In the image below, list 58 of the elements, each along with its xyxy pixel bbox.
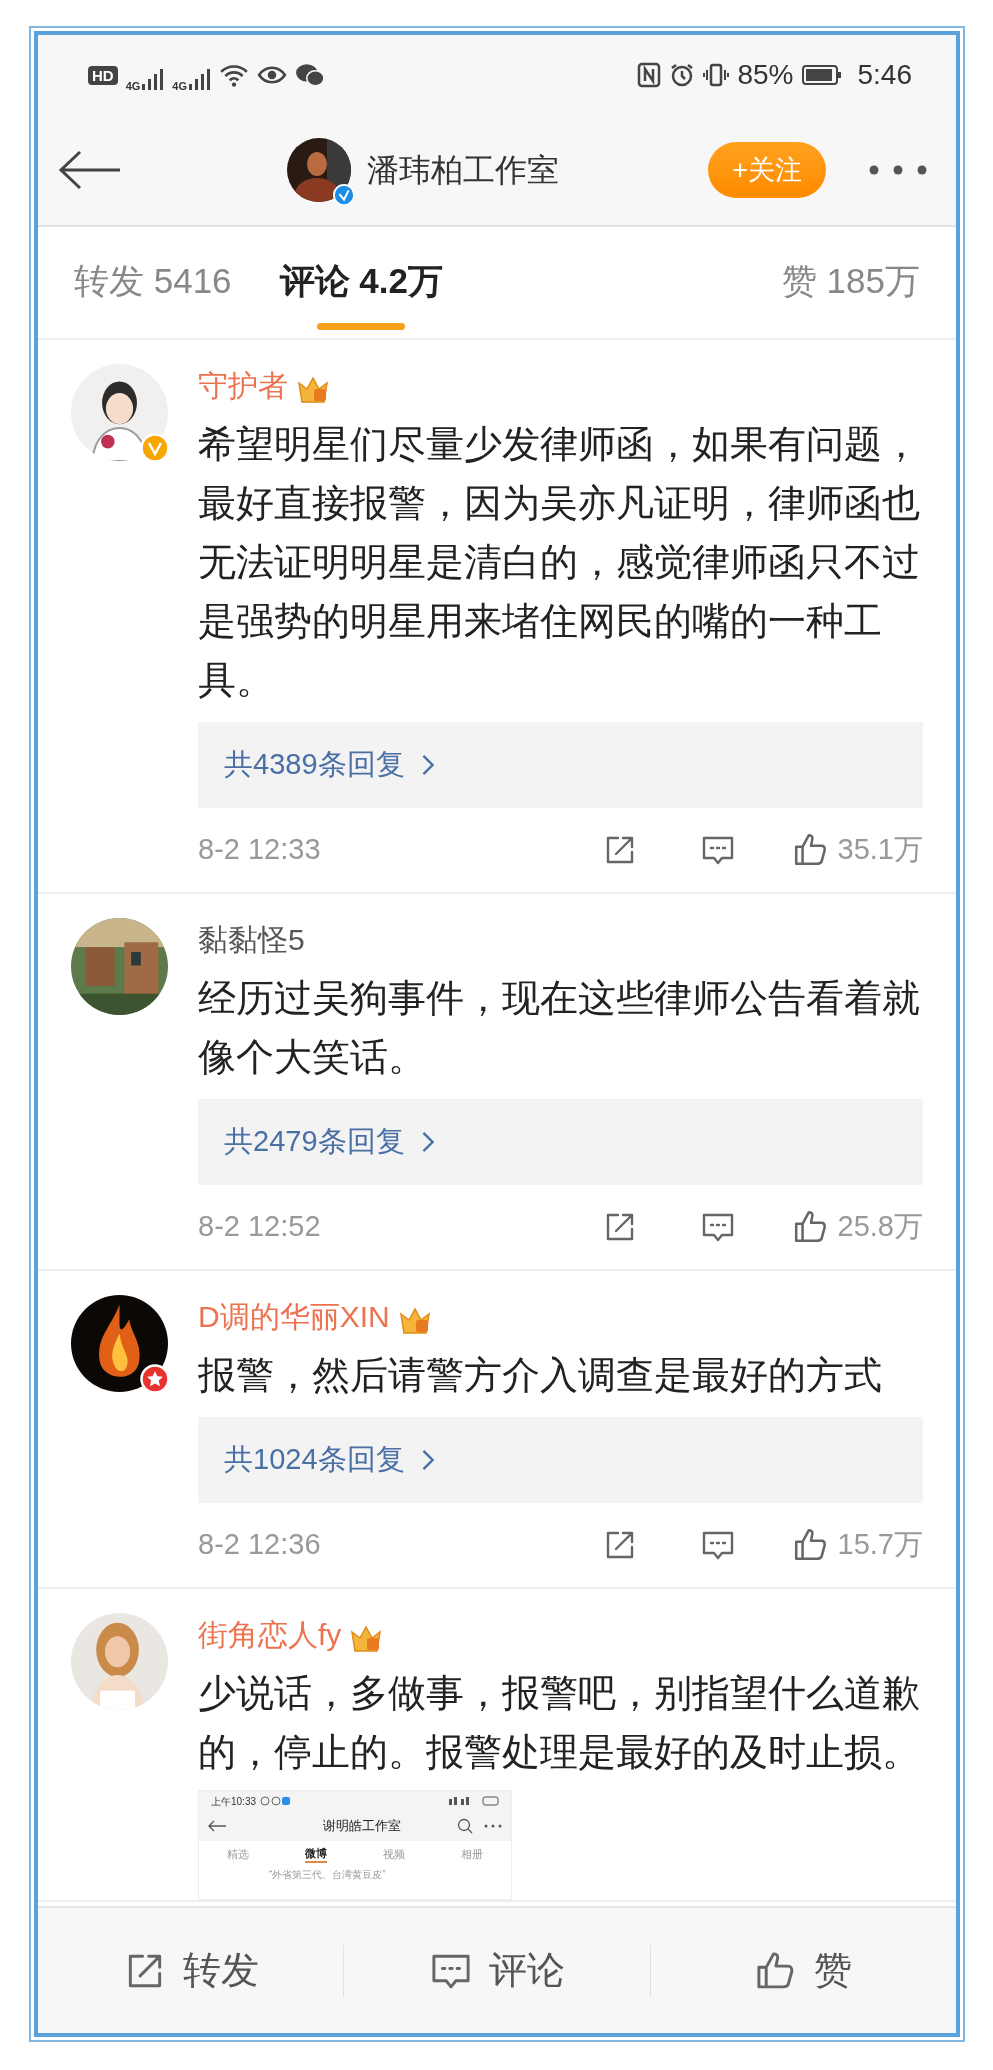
network-label: 4G	[172, 80, 188, 92]
crown-icon	[349, 1623, 384, 1654]
battery-icon	[801, 64, 842, 86]
chevron-icon	[420, 754, 435, 776]
user-name[interactable]: 黏黏怪5	[198, 918, 305, 962]
back-button[interactable]	[58, 150, 122, 190]
tab[interactable]: 赞 185万	[781, 233, 920, 332]
tab[interactable]: 转发 5416	[74, 233, 232, 332]
replies-link[interactable]: 共1024条回复	[198, 1417, 923, 1503]
comment-text: 报警，然后请警方介入调查是最好的方式	[198, 1353, 883, 1398]
comment-time: 8-2 12:33	[198, 832, 321, 868]
signal-icon	[140, 67, 165, 92]
account-name: 潘玮柏工作室	[367, 151, 559, 190]
vibrate-icon	[703, 62, 730, 88]
comment-time: 8-2 12:52	[198, 1209, 321, 1245]
comment-time: 8-2 12:36	[198, 1527, 321, 1563]
quote-text: “外省第三代、台湾黄豆皮”	[268, 1868, 387, 1882]
more-icon[interactable]	[868, 164, 928, 176]
user-name[interactable]: 街角恋人fy	[198, 1613, 342, 1657]
status-time: 5:46	[857, 58, 912, 92]
comment-text: 经历过吴狗事件，现在这些律师公告看着就像个大笑话。	[198, 976, 921, 1080]
hd-badge: HD	[88, 65, 118, 85]
chat-bubbles-icon	[295, 62, 326, 88]
eye-icon	[257, 64, 288, 86]
comment-text: 少说话，多做事，报警吧，别指望什么道歉的，停止的。报警处理是最好的及时止损。	[198, 1671, 921, 1775]
user-name[interactable]: D调的华丽XIN	[198, 1295, 390, 1339]
crown-icon	[296, 374, 330, 405]
status-icons	[260, 1796, 291, 1806]
wifi-icon	[219, 62, 250, 88]
comment-button[interactable]: 评论	[344, 1941, 650, 2000]
signal-icon	[187, 67, 212, 92]
like-button[interactable]: 赞	[650, 1941, 956, 2000]
network-label: 4G	[125, 80, 141, 92]
back-icon	[207, 1819, 227, 1833]
follow-button[interactable]: +关注	[708, 141, 826, 199]
like-button[interactable]: 35.1万	[791, 828, 923, 872]
replies-link[interactable]: 共2479条回复	[198, 1099, 923, 1185]
share-button[interactable]: 转发	[38, 1941, 344, 2000]
tab-label: 视频	[383, 1846, 405, 1862]
chevron-icon	[420, 1449, 435, 1471]
user-name[interactable]: 守护者	[198, 364, 288, 408]
nfc-icon	[637, 62, 662, 88]
tab-label: 相册	[461, 1846, 483, 1862]
replies-link[interactable]: 共4389条回复	[198, 722, 923, 808]
more-icon	[483, 1824, 503, 1828]
comment-text: 希望明星们尽量少发律师函，如果有问题，最好直接报警，因为吴亦凡证明，律师函也无法证明明星是清白的，感觉律师函只不过是强势的明星用来堵住网民的嘴的一种工具。	[198, 422, 921, 703]
like-button[interactable]: 25.8万	[791, 1205, 923, 1249]
search-icon	[457, 1818, 473, 1834]
crown-icon	[397, 1305, 432, 1336]
tab-label: 精选	[227, 1846, 249, 1862]
like-button[interactable]: 15.7万	[791, 1523, 923, 1567]
battery-icon	[449, 1796, 499, 1806]
account-name: 谢明皓工作室	[322, 1817, 401, 1836]
tab-label: 微博	[305, 1844, 327, 1864]
tab[interactable]: 评论 4.2万	[279, 233, 443, 332]
battery-percent: 85%	[737, 58, 794, 92]
chevron-icon	[420, 1131, 435, 1153]
status-time: 上午10:33	[211, 1794, 257, 1809]
